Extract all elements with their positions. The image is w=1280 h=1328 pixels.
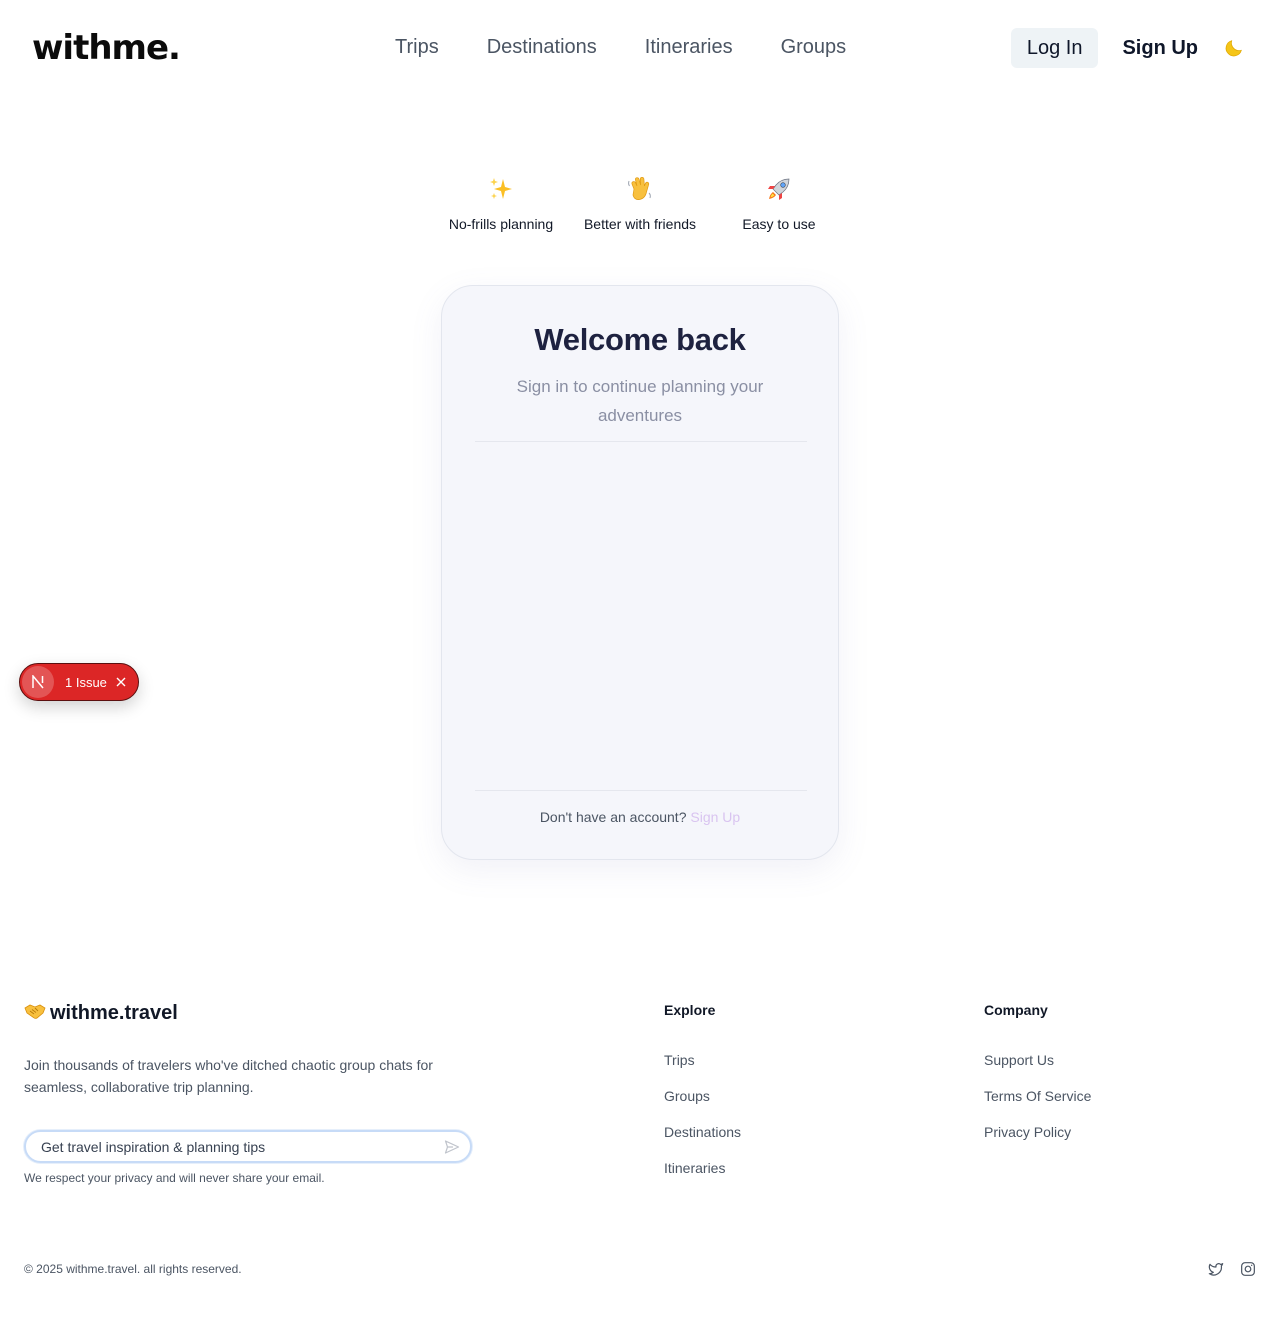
footer-brand-name: withme.travel <box>50 1002 178 1024</box>
nextjs-logo-icon[interactable] <box>22 666 54 698</box>
signup-link[interactable]: Sign Up <box>690 809 740 825</box>
divider <box>475 790 807 791</box>
newsletter-email-input[interactable] <box>26 1138 434 1155</box>
footer-link-trips[interactable]: Trips <box>664 1052 741 1088</box>
signup-prompt: Don't have an account? Sign Up <box>442 809 838 825</box>
sparkles-icon <box>432 172 570 206</box>
card-subtitle: Sign in to continue planning your advent… <box>516 377 764 425</box>
footer-link-itineraries[interactable]: Itineraries <box>664 1160 741 1196</box>
newsletter-form <box>24 1130 472 1163</box>
issues-count[interactable]: 1 Issue <box>65 675 107 690</box>
site-header: withme. Trips Destinations Itineraries G… <box>0 0 1280 98</box>
footer-explore-heading: Explore <box>664 1002 716 1018</box>
close-icon[interactable] <box>116 677 126 687</box>
nav-groups[interactable]: Groups <box>781 36 847 59</box>
nav-itineraries[interactable]: Itineraries <box>645 36 733 59</box>
footer-brand[interactable]: withme.travel <box>24 1002 178 1025</box>
privacy-note: We respect your privacy and will never s… <box>24 1171 325 1185</box>
feature-easy-to-use: Easy to use <box>710 172 848 234</box>
login-card: Welcome back Sign in to continue plannin… <box>441 285 839 860</box>
divider <box>475 441 807 442</box>
auth-actions: Log In Sign Up <box>1010 28 1248 68</box>
footer-link-support[interactable]: Support Us <box>984 1052 1091 1088</box>
twitter-icon[interactable] <box>1208 1261 1224 1277</box>
social-links <box>1208 1261 1256 1277</box>
footer-link-privacy[interactable]: Privacy Policy <box>984 1124 1091 1160</box>
footer-company-column: Company Support Us Terms Of Service Priv… <box>984 1002 1091 1160</box>
feature-label: Easy to use <box>742 216 816 232</box>
footer-company-heading: Company <box>984 1002 1048 1018</box>
login-button[interactable]: Log In <box>1010 28 1099 68</box>
moon-icon[interactable] <box>1220 28 1248 68</box>
feature-no-frills: No-frills planning <box>432 172 570 234</box>
waving-hand-icon <box>571 172 709 206</box>
send-icon[interactable] <box>434 1132 470 1161</box>
footer-link-terms[interactable]: Terms Of Service <box>984 1088 1091 1124</box>
instagram-icon[interactable] <box>1240 1261 1256 1277</box>
feature-better-with-friends: Better with friends <box>571 172 709 234</box>
signup-button[interactable]: Sign Up <box>1106 28 1214 68</box>
footer-description: Join thousands of travelers who've ditch… <box>24 1057 433 1095</box>
issues-badge[interactable]: 1 Issue <box>19 663 139 701</box>
nav-destinations[interactable]: Destinations <box>487 36 597 59</box>
footer-link-destinations[interactable]: Destinations <box>664 1124 741 1160</box>
signup-prompt-text: Don't have an account? <box>539 809 687 825</box>
feature-label: No-frills planning <box>448 216 554 232</box>
copyright: © 2025 withme.travel. all rights reserve… <box>24 1262 242 1276</box>
card-title: Welcome back <box>534 322 746 357</box>
site-logo[interactable]: withme. <box>32 28 181 68</box>
handshake-icon <box>24 1002 46 1025</box>
nav-trips[interactable]: Trips <box>395 36 439 59</box>
main-nav: Trips Destinations Itineraries Groups <box>395 36 846 59</box>
rocket-icon <box>710 172 848 206</box>
feature-highlights: No-frills planning Better with friends E… <box>432 172 848 234</box>
feature-label: Better with friends <box>583 216 697 232</box>
footer-explore-column: Explore Trips Groups Destinations Itiner… <box>664 1002 741 1196</box>
footer-link-groups[interactable]: Groups <box>664 1088 741 1124</box>
